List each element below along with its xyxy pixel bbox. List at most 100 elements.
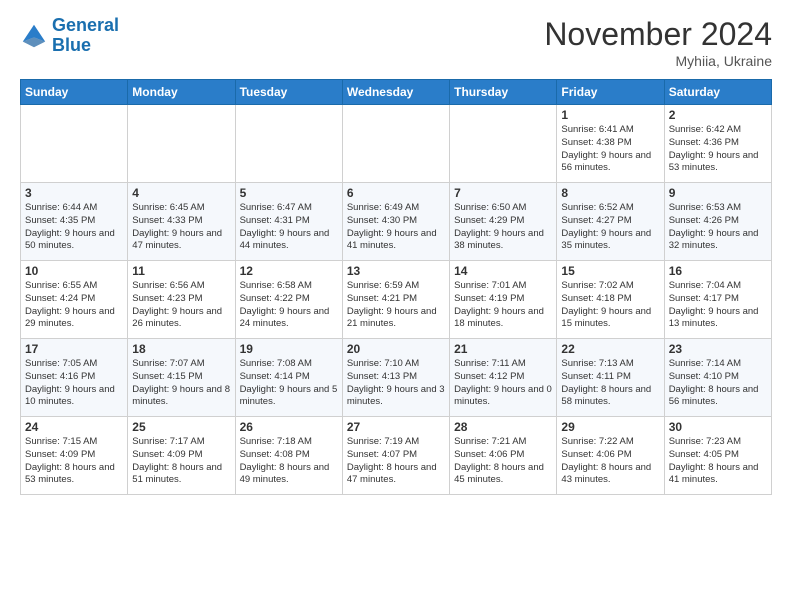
- table-row: 26 Sunrise: 7:18 AM Sunset: 4:08 PM Dayli…: [235, 417, 342, 495]
- table-row: 27 Sunrise: 7:19 AM Sunset: 4:07 PM Dayli…: [342, 417, 449, 495]
- header-saturday: Saturday: [664, 80, 771, 105]
- day-info: Sunrise: 7:17 AM Sunset: 4:09 PM Dayligh…: [132, 436, 230, 487]
- day-info: Sunrise: 7:19 AM Sunset: 4:07 PM Dayligh…: [347, 436, 445, 487]
- day-info: Sunrise: 7:05 AM Sunset: 4:16 PM Dayligh…: [25, 358, 123, 409]
- day-number: 24: [25, 420, 123, 434]
- title-block: November 2024 Myhiia, Ukraine: [544, 16, 772, 69]
- table-row: 1Sunrise: 6:41 AM Sunset: 4:38 PM Daylig…: [557, 105, 664, 183]
- table-row: 20 Sunrise: 7:10 AM Sunset: 4:13 PM Dayli…: [342, 339, 449, 417]
- day-info: Sunrise: 7:14 AM Sunset: 4:10 PM Dayligh…: [669, 358, 767, 409]
- day-number: 30: [669, 420, 767, 434]
- day-number: 20: [347, 342, 445, 356]
- table-row: 16 Sunrise: 7:04 AM Sunset: 4:17 PM Dayli…: [664, 261, 771, 339]
- day-number: 26: [240, 420, 338, 434]
- day-number: 25: [132, 420, 230, 434]
- day-number: 14: [454, 264, 552, 278]
- calendar-week-row: 17 Sunrise: 7:05 AM Sunset: 4:16 PM Dayli…: [21, 339, 772, 417]
- table-row: 23 Sunrise: 7:14 AM Sunset: 4:10 PM Dayli…: [664, 339, 771, 417]
- header-sunday: Sunday: [21, 80, 128, 105]
- calendar-table: Sunday Monday Tuesday Wednesday Thursday…: [20, 79, 772, 495]
- day-info: Sunrise: 6:41 AM Sunset: 4:38 PM Dayligh…: [561, 124, 659, 175]
- day-info: Sunrise: 7:01 AM Sunset: 4:19 PM Dayligh…: [454, 280, 552, 331]
- logo-text: General Blue: [52, 16, 119, 56]
- day-info: Sunrise: 6:42 AM Sunset: 4:36 PM Dayligh…: [669, 124, 767, 175]
- table-row: 14 Sunrise: 7:01 AM Sunset: 4:19 PM Dayli…: [450, 261, 557, 339]
- table-row: [450, 105, 557, 183]
- day-info: Sunrise: 7:22 AM Sunset: 4:06 PM Dayligh…: [561, 436, 659, 487]
- table-row: 30 Sunrise: 7:23 AM Sunset: 4:05 PM Dayli…: [664, 417, 771, 495]
- day-number: 16: [669, 264, 767, 278]
- day-number: 3: [25, 186, 123, 200]
- header-monday: Monday: [128, 80, 235, 105]
- day-number: 21: [454, 342, 552, 356]
- day-info: Sunrise: 7:23 AM Sunset: 4:05 PM Dayligh…: [669, 436, 767, 487]
- day-info: Sunrise: 7:11 AM Sunset: 4:12 PM Dayligh…: [454, 358, 552, 409]
- table-row: 8 Sunrise: 6:52 AM Sunset: 4:27 PM Daylig…: [557, 183, 664, 261]
- day-number: 12: [240, 264, 338, 278]
- calendar-header-row: Sunday Monday Tuesday Wednesday Thursday…: [21, 80, 772, 105]
- day-info: Sunrise: 6:44 AM Sunset: 4:35 PM Dayligh…: [25, 202, 123, 253]
- table-row: [21, 105, 128, 183]
- table-row: 12 Sunrise: 6:58 AM Sunset: 4:22 PM Dayli…: [235, 261, 342, 339]
- table-row: 3 Sunrise: 6:44 AM Sunset: 4:35 PM Daylig…: [21, 183, 128, 261]
- calendar-week-row: 1Sunrise: 6:41 AM Sunset: 4:38 PM Daylig…: [21, 105, 772, 183]
- day-info: Sunrise: 7:21 AM Sunset: 4:06 PM Dayligh…: [454, 436, 552, 487]
- day-info: Sunrise: 7:07 AM Sunset: 4:15 PM Dayligh…: [132, 358, 230, 409]
- table-row: 25 Sunrise: 7:17 AM Sunset: 4:09 PM Dayli…: [128, 417, 235, 495]
- table-row: 5Sunrise: 6:47 AM Sunset: 4:31 PM Daylig…: [235, 183, 342, 261]
- day-info: Sunrise: 6:53 AM Sunset: 4:26 PM Dayligh…: [669, 202, 767, 253]
- day-number: 10: [25, 264, 123, 278]
- table-row: 29 Sunrise: 7:22 AM Sunset: 4:06 PM Dayli…: [557, 417, 664, 495]
- day-number: 29: [561, 420, 659, 434]
- table-row: 28 Sunrise: 7:21 AM Sunset: 4:06 PM Dayli…: [450, 417, 557, 495]
- table-row: 4Sunrise: 6:45 AM Sunset: 4:33 PM Daylig…: [128, 183, 235, 261]
- table-row: 6Sunrise: 6:49 AM Sunset: 4:30 PM Daylig…: [342, 183, 449, 261]
- day-info: Sunrise: 7:18 AM Sunset: 4:08 PM Dayligh…: [240, 436, 338, 487]
- month-title: November 2024: [544, 16, 772, 53]
- day-info: Sunrise: 6:47 AM Sunset: 4:31 PM Dayligh…: [240, 202, 338, 253]
- table-row: 13 Sunrise: 6:59 AM Sunset: 4:21 PM Dayli…: [342, 261, 449, 339]
- page-header: General Blue November 2024 Myhiia, Ukrai…: [20, 16, 772, 69]
- calendar-week-row: 10 Sunrise: 6:55 AM Sunset: 4:24 PM Dayli…: [21, 261, 772, 339]
- day-info: Sunrise: 7:02 AM Sunset: 4:18 PM Dayligh…: [561, 280, 659, 331]
- day-info: Sunrise: 7:10 AM Sunset: 4:13 PM Dayligh…: [347, 358, 445, 409]
- table-row: 10 Sunrise: 6:55 AM Sunset: 4:24 PM Dayli…: [21, 261, 128, 339]
- table-row: 22Sunrise: 7:13 AM Sunset: 4:11 PM Dayli…: [557, 339, 664, 417]
- day-info: Sunrise: 7:04 AM Sunset: 4:17 PM Dayligh…: [669, 280, 767, 331]
- day-number: 13: [347, 264, 445, 278]
- day-info: Sunrise: 6:59 AM Sunset: 4:21 PM Dayligh…: [347, 280, 445, 331]
- day-info: Sunrise: 6:52 AM Sunset: 4:27 PM Dayligh…: [561, 202, 659, 253]
- day-info: Sunrise: 6:55 AM Sunset: 4:24 PM Dayligh…: [25, 280, 123, 331]
- table-row: [342, 105, 449, 183]
- table-row: 24 Sunrise: 7:15 AM Sunset: 4:09 PM Dayli…: [21, 417, 128, 495]
- calendar-week-row: 24 Sunrise: 7:15 AM Sunset: 4:09 PM Dayli…: [21, 417, 772, 495]
- table-row: 18 Sunrise: 7:07 AM Sunset: 4:15 PM Dayli…: [128, 339, 235, 417]
- day-number: 28: [454, 420, 552, 434]
- day-number: 18: [132, 342, 230, 356]
- table-row: [128, 105, 235, 183]
- day-number: 4: [132, 186, 230, 200]
- day-number: 27: [347, 420, 445, 434]
- day-number: 2: [669, 108, 767, 122]
- day-number: 7: [454, 186, 552, 200]
- day-info: Sunrise: 6:58 AM Sunset: 4:22 PM Dayligh…: [240, 280, 338, 331]
- day-info: Sunrise: 7:08 AM Sunset: 4:14 PM Dayligh…: [240, 358, 338, 409]
- header-friday: Friday: [557, 80, 664, 105]
- day-number: 17: [25, 342, 123, 356]
- table-row: [235, 105, 342, 183]
- logo-icon: [20, 22, 48, 50]
- day-number: 19: [240, 342, 338, 356]
- day-number: 6: [347, 186, 445, 200]
- table-row: 11Sunrise: 6:56 AM Sunset: 4:23 PM Dayli…: [128, 261, 235, 339]
- day-number: 9: [669, 186, 767, 200]
- table-row: 2 Sunrise: 6:42 AM Sunset: 4:36 PM Daylig…: [664, 105, 771, 183]
- day-number: 8: [561, 186, 659, 200]
- day-info: Sunrise: 6:56 AM Sunset: 4:23 PM Dayligh…: [132, 280, 230, 331]
- day-info: Sunrise: 7:15 AM Sunset: 4:09 PM Dayligh…: [25, 436, 123, 487]
- day-number: 23: [669, 342, 767, 356]
- table-row: 9 Sunrise: 6:53 AM Sunset: 4:26 PM Daylig…: [664, 183, 771, 261]
- header-wednesday: Wednesday: [342, 80, 449, 105]
- header-thursday: Thursday: [450, 80, 557, 105]
- table-row: 17 Sunrise: 7:05 AM Sunset: 4:16 PM Dayli…: [21, 339, 128, 417]
- calendar-week-row: 3 Sunrise: 6:44 AM Sunset: 4:35 PM Daylig…: [21, 183, 772, 261]
